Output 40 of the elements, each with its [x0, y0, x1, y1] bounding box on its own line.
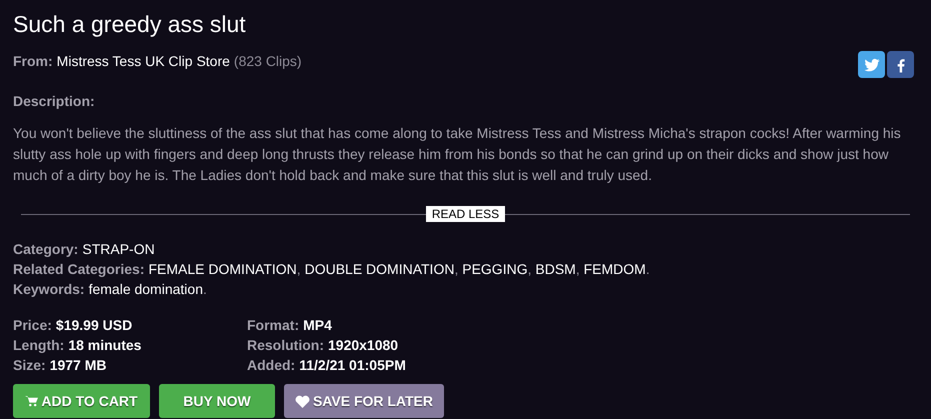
description-label: Description: — [13, 92, 96, 111]
field-label: Related Categories: — [13, 260, 144, 279]
read-less-button[interactable]: READ LESS — [426, 206, 506, 222]
twitter-share-button[interactable] — [858, 51, 885, 78]
description-text: You won't believe the sluttiness of the ass slut that has come along to take Mistress Tess and Mistress Micha's strapon cocks! After warming his slutty ass hole up with fingers and deep long thrusts they release him from his bonds so that he can grind up on their dicks and show just how much of a dirty boy he is. The Ladies don't hold back and make sure that this slut is well and truly used. — [13, 124, 902, 185]
end-mark: . — [646, 260, 650, 279]
store-link[interactable]: Mistress Tess UK Clip Store — [56, 52, 230, 70]
separator: , — [576, 260, 581, 279]
field-label: Category: — [13, 240, 78, 259]
field-label: Added: — [247, 356, 296, 375]
field-label: Keywords: — [13, 280, 85, 299]
field-value: $19.99 USD — [56, 316, 132, 335]
category-link[interactable]: FEMDOM — [584, 259, 646, 279]
category-link[interactable]: female domination — [88, 279, 203, 299]
field-label: Resolution: — [247, 336, 324, 355]
field-value: 1977 MB — [50, 356, 106, 375]
category-link[interactable]: STRAP-ON — [82, 239, 155, 259]
end-mark: . — [202, 280, 207, 299]
save-for-later-button[interactable]: SAVE FOR LATER — [284, 384, 444, 418]
clip-title: Such a greedy ass slut — [13, 10, 247, 39]
heart-icon — [294, 394, 310, 408]
separator: , — [296, 260, 302, 279]
cart-icon — [25, 395, 38, 407]
field-label: Size: — [13, 356, 46, 375]
from-label: From: — [13, 52, 53, 70]
field-label: Format: — [247, 316, 300, 335]
category-link[interactable]: PEGGING — [462, 259, 528, 279]
field-value: 11/2/21 01:05PM — [299, 356, 406, 375]
separator: , — [454, 260, 460, 279]
clip-count: (823 Clips) — [234, 52, 302, 70]
field-label: Price: — [13, 316, 52, 335]
category-link[interactable]: FEMALE DOMINATION — [148, 259, 297, 279]
field-label: Length: — [13, 336, 64, 355]
facebook-share-button[interactable] — [887, 51, 914, 78]
field-value: 1920x1080 — [328, 336, 398, 355]
separator: , — [528, 260, 532, 279]
category-link[interactable]: DOUBLE DOMINATION — [304, 259, 454, 279]
category-link[interactable]: BDSM — [535, 259, 576, 279]
field-value: 18 minutes — [68, 336, 142, 355]
field-value: MP4 — [303, 316, 332, 335]
